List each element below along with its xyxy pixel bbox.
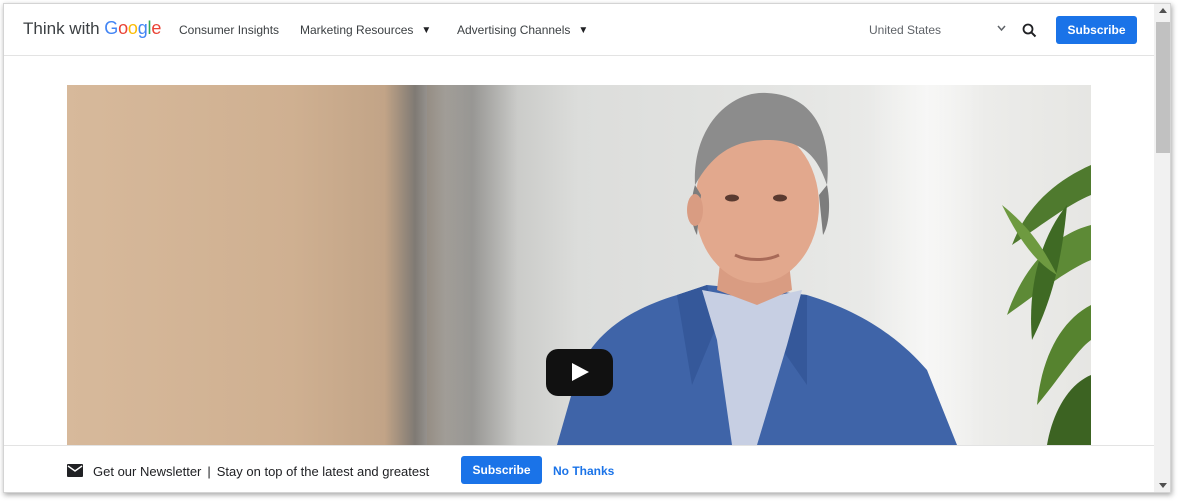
browser-viewport: Think with Google Consumer Insights Mark… [3,3,1171,493]
newsletter-separator: | [207,464,211,479]
nav-label: Advertising Channels [457,23,571,37]
newsletter-bar: Get our Newsletter | Stay on top of the la… [4,445,1154,492]
newsletter-subscribe-button[interactable]: Subscribe [461,456,542,484]
no-thanks-link[interactable]: No Thanks [553,464,614,478]
vertical-scrollbar[interactable] [1154,4,1170,492]
dropdown-arrow-icon: ▼ [421,25,432,36]
logo-prefix: Think with [23,19,105,38]
scroll-down-arrow-icon[interactable] [1159,483,1167,488]
nav-label: Marketing Resources [300,23,414,37]
chevron-down-icon[interactable] [996,21,1007,35]
nav-marketing-resources[interactable]: Marketing Resources ▼ [300,23,431,37]
video-player[interactable] [67,85,1091,445]
site-logo[interactable]: Think with Google [23,18,161,39]
country-selector[interactable]: United States [869,23,941,37]
subscribe-button[interactable]: Subscribe [1056,16,1137,44]
scroll-up-arrow-icon[interactable] [1159,8,1167,13]
search-icon[interactable] [1022,23,1037,38]
newsletter-text: Get our Newsletter | Stay on top of the la… [93,464,429,479]
scrollbar-thumb[interactable] [1156,22,1170,153]
site-header: Think with Google Consumer Insights Mark… [4,4,1154,56]
nav-consumer-insights[interactable]: Consumer Insights [179,23,279,37]
mail-icon [67,464,83,477]
newsletter-title: Get our Newsletter [93,464,202,479]
newsletter-tagline: Stay on top of the latest and greatest [216,464,430,479]
logo-brand: Google [104,18,162,38]
dropdown-arrow-icon: ▼ [578,25,589,36]
nav-label: Consumer Insights [179,23,280,37]
play-icon [572,363,589,381]
nav-advertising-channels[interactable]: Advertising Channels ▼ [457,23,588,37]
play-button[interactable] [546,349,613,396]
